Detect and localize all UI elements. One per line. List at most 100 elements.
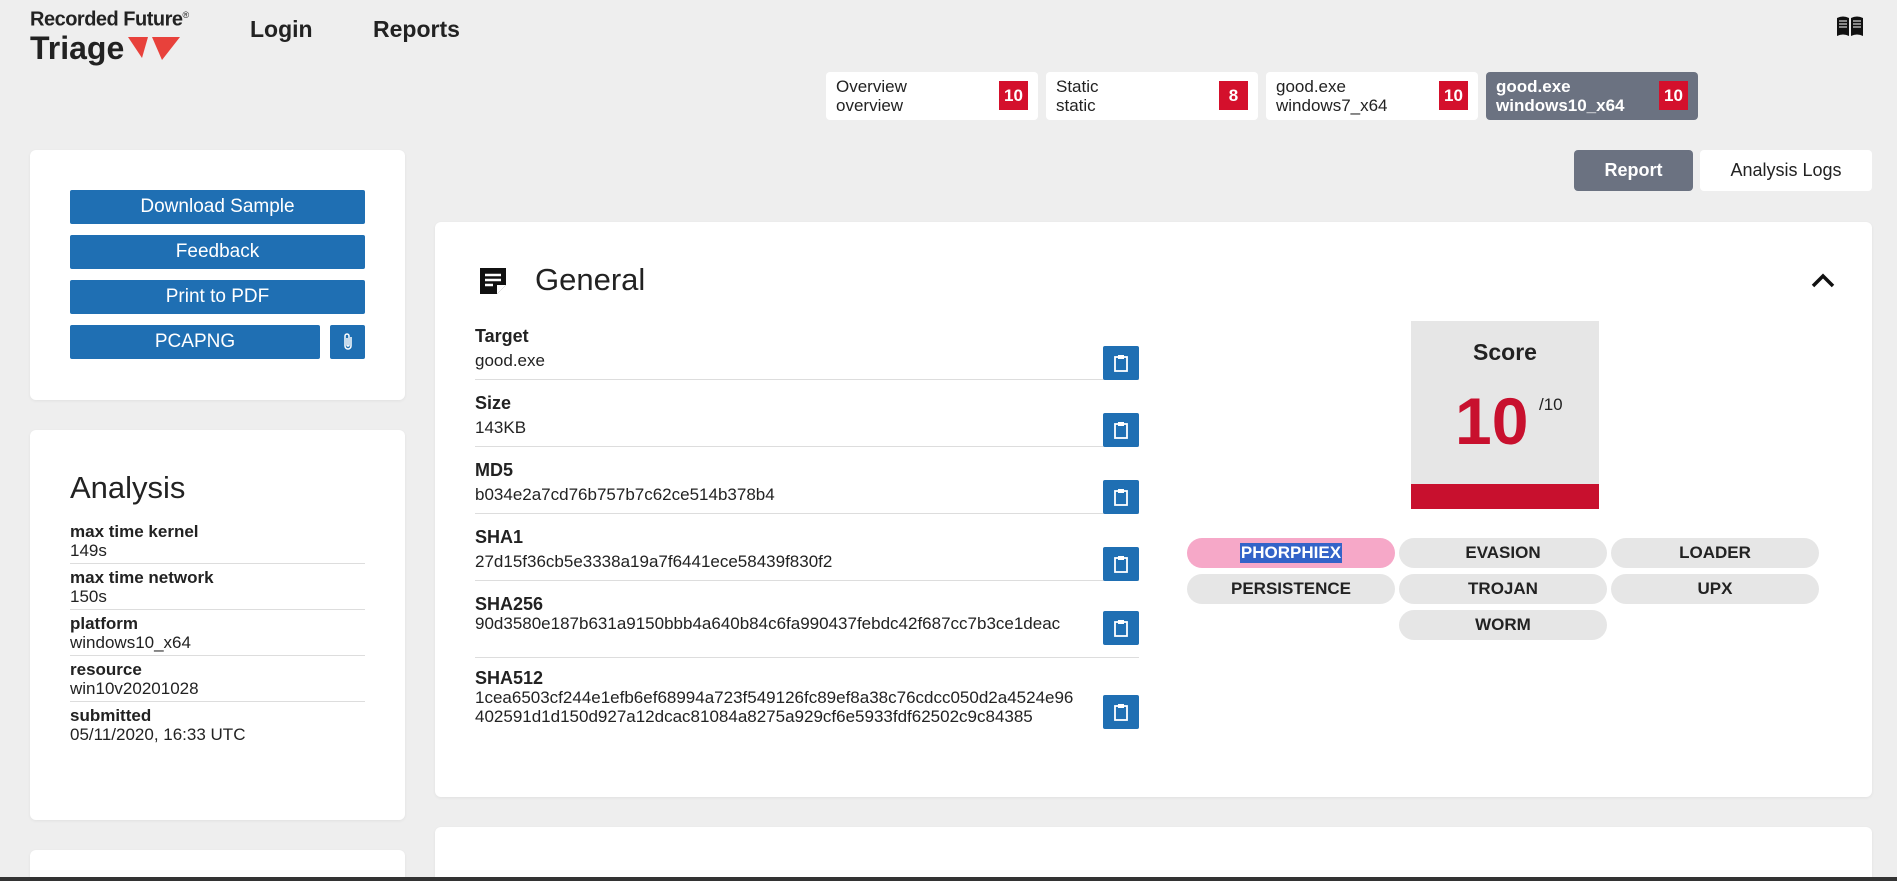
tab-overview[interactable]: Overview overview 10 [826, 72, 1038, 120]
copy-button[interactable] [1103, 346, 1139, 380]
product-name: Triage [30, 29, 125, 66]
field-value: 1cea6503cf244e1efb6ef68994a723f549126fc8… [475, 688, 1074, 726]
tag[interactable]: WORM [1399, 610, 1607, 640]
taskbar-edge [0, 877, 1897, 881]
tag[interactable]: TROJAN [1399, 574, 1607, 604]
tab-subtitle: overview [836, 96, 904, 115]
analysis-logs-button[interactable]: Analysis Logs [1700, 150, 1872, 191]
attachment-button[interactable] [330, 325, 365, 359]
tab-windows7[interactable]: good.exe windows7_x64 10 [1266, 72, 1478, 120]
nav-reports[interactable]: Reports [373, 16, 460, 43]
field-sha1: SHA1 27d15f36cb5e3338a19a7f6441ece58439f… [475, 527, 1139, 581]
next-section-card [435, 827, 1872, 881]
analysis-key: max time network [70, 568, 214, 587]
field-label: SHA512 [475, 668, 544, 688]
triage-logo[interactable]: Recorded Future® Triage [30, 4, 189, 65]
tab-windows10[interactable]: good.exe windows10_x64 10 [1486, 72, 1698, 120]
score-box: Score 10 /10 [1411, 321, 1599, 509]
clipboard-icon [1114, 355, 1128, 372]
brand-name: Recorded Future [30, 8, 183, 31]
field-value: 27d15f36cb5e3338a19a7f6441ece58439f830f2 [475, 552, 833, 571]
field-label: MD5 [475, 460, 514, 480]
feedback-button[interactable]: Feedback [70, 235, 365, 269]
analysis-value: win10v20201028 [70, 679, 199, 698]
tab-subtitle: windows10_x64 [1496, 96, 1625, 115]
download-sample-button[interactable]: Download Sample [70, 190, 365, 224]
field-label: SHA256 [475, 594, 544, 614]
chevron-up-icon[interactable] [1810, 270, 1836, 290]
tag[interactable]: PHORPHIEX [1187, 538, 1395, 568]
analysis-key: platform [70, 614, 138, 633]
tag-list: PHORPHIEX EVASION LOADER PERSISTENCE TRO… [1187, 538, 1823, 640]
paperclip-icon [343, 333, 352, 350]
clipboard-icon [1114, 704, 1128, 721]
tab-score-badge: 10 [999, 81, 1028, 110]
tag[interactable]: LOADER [1611, 538, 1819, 568]
score-label: Score [1473, 339, 1537, 365]
tag-label: PHORPHIEX [1239, 543, 1343, 563]
report-view-button[interactable]: Report [1574, 150, 1693, 191]
score-max: /10 [1539, 395, 1563, 414]
field-sha512: SHA512 1cea6503cf244e1efb6ef68994a723f54… [475, 668, 1139, 748]
field-label: SHA1 [475, 527, 524, 547]
field-label: Target [475, 326, 529, 346]
copy-button[interactable] [1103, 413, 1139, 447]
field-value: b034e2a7cd76b757b7c62ce514b378b4 [475, 485, 775, 504]
print-to-pdf-button[interactable]: Print to PDF [70, 280, 365, 314]
nav-login[interactable]: Login [250, 16, 313, 43]
tag[interactable]: PERSISTENCE [1187, 574, 1395, 604]
analysis-row: resource win10v20201028 [70, 656, 365, 702]
analysis-key: submitted [70, 706, 152, 725]
pcapng-button[interactable]: PCAPNG [70, 325, 320, 359]
copy-button[interactable] [1103, 547, 1139, 581]
general-panel: General Target good.exe Size 143KB MD5 b… [435, 222, 1872, 797]
documentation-book-icon[interactable] [1835, 14, 1865, 40]
note-icon [480, 268, 506, 294]
score-bar [1411, 484, 1599, 509]
score-value: 10 [1455, 384, 1529, 458]
clipboard-icon [1114, 620, 1128, 637]
field-sha256: SHA256 90d3580e187b631a9150bbb4a640b84c6… [475, 594, 1139, 658]
analysis-value: 150s [70, 587, 107, 606]
tab-score-badge: 10 [1659, 81, 1688, 110]
tab-static[interactable]: Static static 8 [1046, 72, 1258, 120]
analysis-card: Analysis max time kernel 149s max time ne… [30, 430, 405, 820]
copy-button[interactable] [1103, 695, 1139, 729]
field-value: good.exe [475, 351, 545, 370]
analysis-value: 149s [70, 541, 107, 560]
tab-score-badge: 8 [1219, 81, 1248, 110]
analysis-row: max time network 150s [70, 564, 365, 610]
analysis-key: resource [70, 660, 142, 679]
analysis-row: max time kernel 149s [70, 518, 365, 564]
field-target: Target good.exe [475, 326, 1139, 380]
clipboard-icon [1114, 556, 1128, 573]
tab-title: Static [1056, 77, 1099, 96]
copy-button[interactable] [1103, 480, 1139, 514]
analysis-key: max time kernel [70, 522, 199, 541]
field-value: 90d3580e187b631a9150bbb4a640b84c6fa99043… [475, 614, 1061, 633]
tab-title: good.exe [1496, 77, 1571, 96]
field-label: Size [475, 393, 512, 413]
tab-score-badge: 10 [1439, 81, 1468, 110]
field-md5: MD5 b034e2a7cd76b757b7c62ce514b378b4 [475, 460, 1139, 514]
field-size: Size 143KB [475, 393, 1139, 447]
tab-subtitle: windows7_x64 [1276, 96, 1388, 115]
analysis-row: platform windows10_x64 [70, 610, 365, 656]
tab-title: Overview [836, 77, 907, 96]
tag[interactable]: UPX [1611, 574, 1819, 604]
tag[interactable]: EVASION [1399, 538, 1607, 568]
triage-logo-mark-icon [128, 36, 181, 60]
analysis-row: submitted 05/11/2020, 16:33 UTC [70, 702, 365, 747]
report-tabs: Overview overview 10 Static static 8 good.… [826, 72, 1698, 120]
tab-title: good.exe [1276, 77, 1346, 96]
analysis-value: 05/11/2020, 16:33 UTC [70, 725, 246, 744]
analysis-value: windows10_x64 [70, 633, 191, 652]
copy-button[interactable] [1103, 611, 1139, 645]
field-value: 143KB [475, 418, 527, 437]
clipboard-icon [1114, 422, 1128, 439]
general-title: General [535, 262, 646, 297]
tab-subtitle: static [1056, 96, 1096, 115]
actions-card: Download Sample Feedback Print to PDF PC… [30, 150, 405, 400]
clipboard-icon [1114, 489, 1128, 506]
analysis-title: Analysis [70, 470, 186, 505]
